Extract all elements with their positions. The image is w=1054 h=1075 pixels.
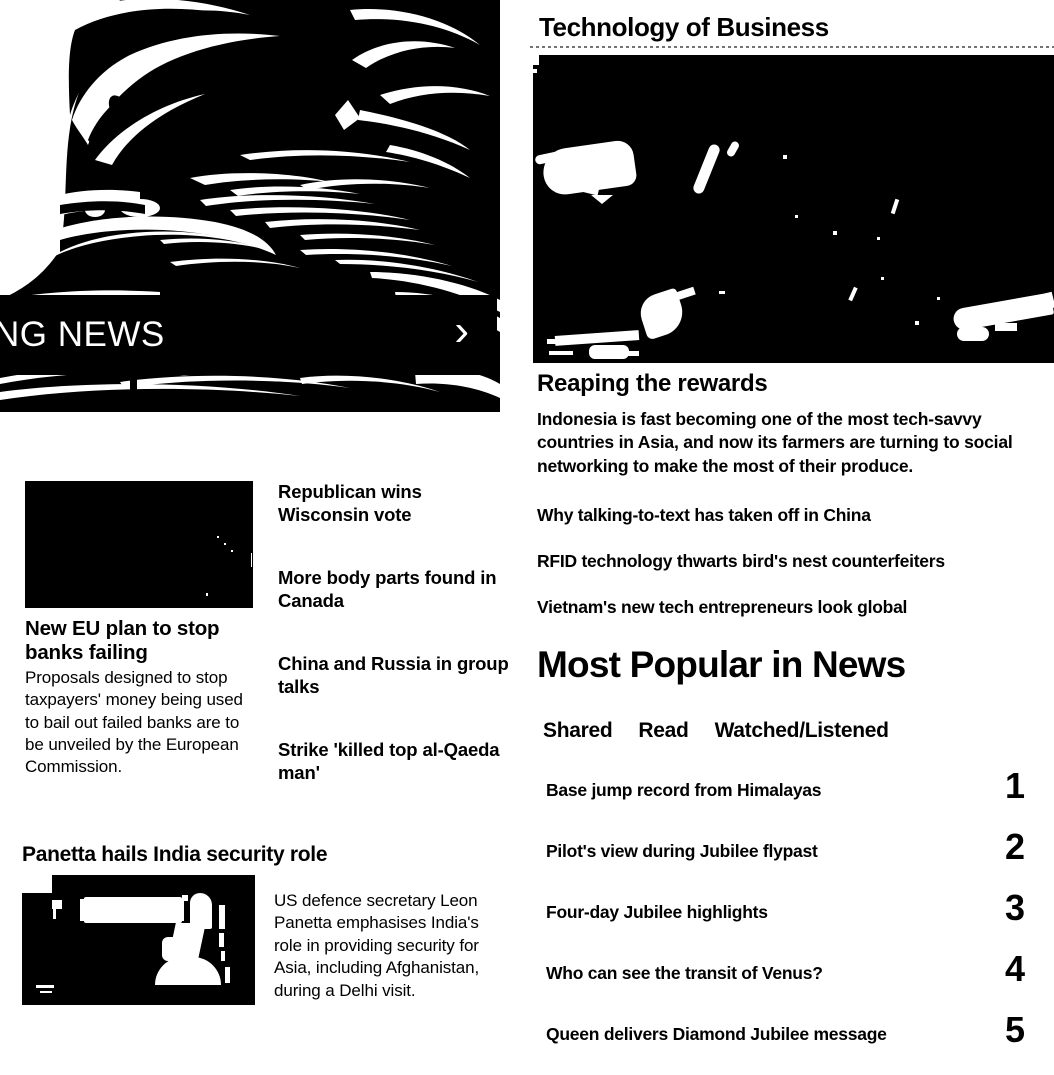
list-item[interactable]: Pilot's view during Jubilee flypast 2 (538, 826, 1046, 892)
most-popular-item-rank: 4 (1004, 948, 1025, 989)
story-panetta[interactable]: Panetta hails India security role US def… (22, 843, 512, 1075)
most-popular-list: Base jump record from Himalayas 1 Pilot'… (538, 765, 1046, 1075)
technology-link-2[interactable]: Vietnam's new tech entrepreneurs look gl… (537, 597, 1047, 618)
image-region (890, 198, 900, 215)
headline-item-3[interactable]: Strike 'killed top al-Qaeda man' (278, 739, 513, 785)
image-region (533, 55, 539, 65)
image-region (36, 985, 54, 988)
most-popular-item-rank: 2 (1004, 826, 1025, 867)
tab-watched-listened[interactable]: Watched/Listened (715, 719, 889, 743)
list-item[interactable]: Base jump record from Himalayas 1 (538, 765, 1046, 831)
image-region (877, 237, 880, 240)
image-region (569, 177, 575, 183)
section-divider (530, 46, 1054, 48)
tab-read[interactable]: Read (638, 719, 688, 743)
story-panetta-thumbnail[interactable] (22, 875, 255, 1005)
most-popular-item-rank: 5 (1004, 1009, 1025, 1050)
image-region (719, 291, 725, 294)
image-region (619, 351, 639, 356)
image-region (848, 286, 858, 302)
image-region (783, 155, 787, 159)
image-region (833, 231, 837, 235)
most-popular-item-title[interactable]: Who can see the transit of Venus? (546, 963, 823, 984)
image-region (915, 321, 919, 325)
headline-item-1[interactable]: More body parts found in Canada (278, 567, 513, 613)
image-region (219, 933, 224, 947)
most-popular-item-rank: 3 (1004, 887, 1025, 928)
image-speck (206, 593, 208, 596)
image-region (533, 69, 537, 73)
image-region (221, 951, 225, 961)
tab-shared[interactable]: Shared (543, 719, 613, 743)
image-region (937, 297, 940, 300)
image-speck (224, 543, 226, 545)
headline-item-2[interactable]: China and Russia in group talks (278, 653, 513, 699)
right-column: Technology of Business Reaping the rewar… (530, 0, 1054, 1073)
image-region (53, 905, 56, 919)
story-eu-banks-summary: Proposals designed to stop taxpayers' mo… (25, 667, 243, 777)
headline-list: Republican wins Wisconsin vote More body… (278, 481, 513, 785)
image-region (80, 899, 184, 921)
image-region (40, 991, 52, 993)
technology-story-summary: Indonesia is fast becoming one of the mo… (537, 409, 1013, 476)
story-panetta-headline[interactable]: Panetta hails India security role (22, 843, 512, 867)
image-speck (251, 553, 252, 567)
image-region (881, 277, 884, 280)
image-region (691, 142, 722, 196)
headline-item-0[interactable]: Republican wins Wisconsin vote (278, 481, 513, 527)
technology-link-1[interactable]: RFID technology thwarts bird's nest coun… (537, 551, 1047, 572)
technology-story-headline[interactable]: Reaping the rewards (537, 370, 768, 398)
technology-of-business-image[interactable] (533, 55, 1054, 363)
most-popular-item-rank: 1 (1004, 765, 1025, 806)
breaking-news-banner[interactable]: NG NEWS › (0, 295, 497, 375)
most-popular-tabs: Shared Read Watched/Listened (543, 719, 889, 743)
story-panetta-body: US defence secretary Leon Panetta emphas… (22, 875, 512, 1075)
image-region (219, 905, 225, 929)
image-region (547, 339, 583, 344)
breaking-news-label: NG NEWS (0, 315, 165, 354)
story-eu-banks-thumbnail[interactable] (25, 481, 253, 608)
image-region (725, 140, 741, 158)
list-item[interactable]: Queen delivers Diamond Jubilee message 5 (538, 1009, 1046, 1075)
image-region (225, 967, 230, 983)
image-region (549, 351, 573, 355)
technology-of-business-title[interactable]: Technology of Business (539, 12, 829, 43)
most-popular-item-title[interactable]: Base jump record from Himalayas (546, 780, 822, 801)
image-region (591, 195, 613, 204)
image-region (155, 957, 221, 985)
list-item[interactable]: Four-day Jubilee highlights 3 (538, 887, 1046, 953)
story-panetta-summary: US defence secretary Leon Panetta emphas… (274, 891, 480, 1000)
hero-image-figure[interactable]: NG NEWS › (0, 0, 500, 412)
most-popular-title: Most Popular in News (537, 644, 906, 685)
technology-link-0[interactable]: Why talking-to-text has taken off in Chi… (537, 505, 1047, 526)
image-region (995, 323, 1017, 331)
story-eu-banks[interactable]: New EU plan to stop banks failing Propos… (25, 481, 257, 778)
image-region (182, 895, 188, 901)
image-region (795, 215, 798, 218)
image-speck (217, 536, 219, 538)
image-region (22, 875, 52, 893)
left-column: NG NEWS › New EU plan to stop banks fail… (0, 0, 520, 1073)
technology-links-list: Why talking-to-text has taken off in Chi… (537, 505, 1047, 618)
story-eu-banks-headline[interactable]: New EU plan to stop banks failing (25, 617, 257, 665)
chevron-right-icon[interactable]: › (454, 309, 469, 353)
most-popular-item-title[interactable]: Four-day Jubilee highlights (546, 902, 768, 923)
image-speck (231, 550, 233, 552)
most-popular-item-title[interactable]: Pilot's view during Jubilee flypast (546, 841, 818, 862)
image-region (957, 327, 989, 341)
list-item[interactable]: Who can see the transit of Venus? 4 (538, 948, 1046, 1014)
most-popular-item-title[interactable]: Queen delivers Diamond Jubilee message (546, 1024, 887, 1045)
